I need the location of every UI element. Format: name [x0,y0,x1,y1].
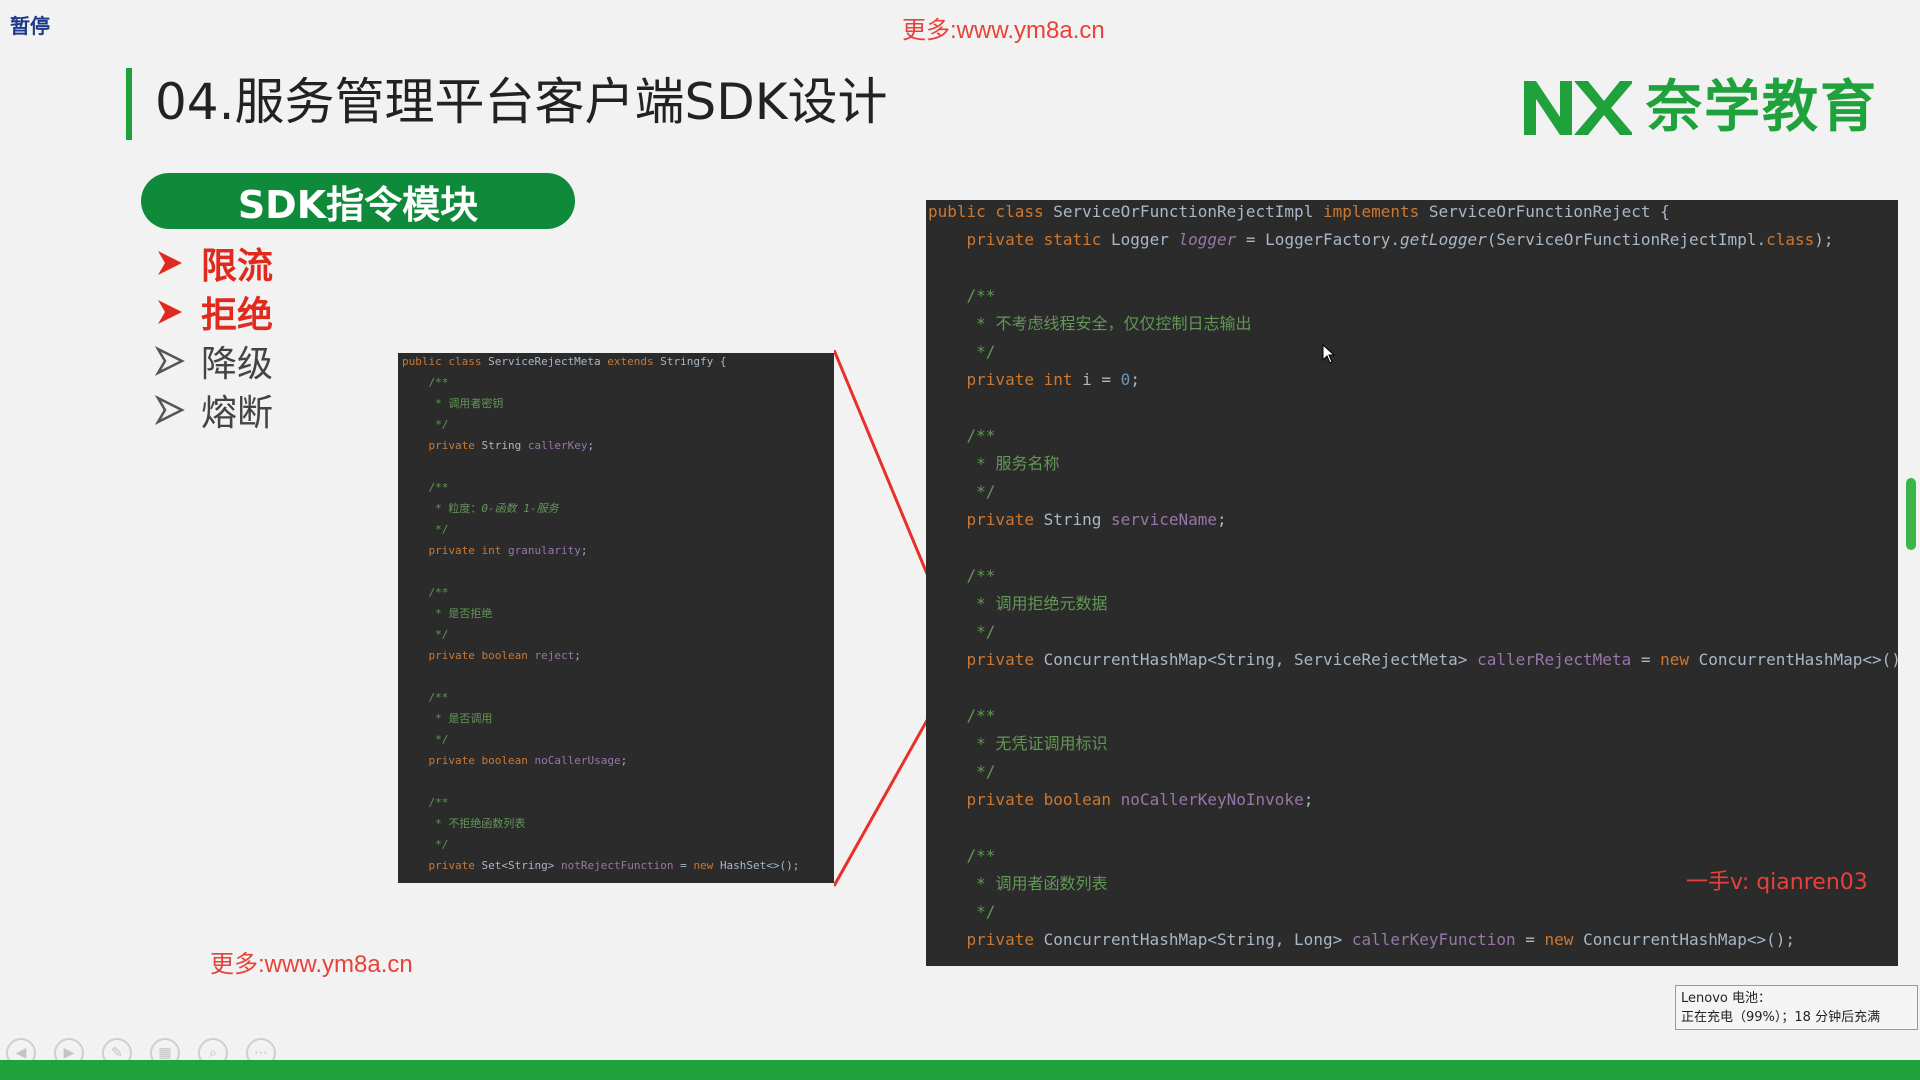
mouse-cursor-icon [1322,344,1336,364]
code-line: private String serviceName; [966,510,1227,529]
code-line: * 是否调用 [435,712,493,725]
code-line: private int granularity; [428,544,588,557]
scrollbar-thumb[interactable] [1906,478,1916,550]
code-line: private static Logger logger = LoggerFac… [966,230,1834,249]
menu-item-reject: 拒绝 [155,287,273,336]
bottom-green-bar [0,1060,1920,1080]
code-line: public class ServiceOrFunctionRejectImpl… [928,202,1670,221]
code-line: /** [928,286,996,305]
code-panel-reject-meta: public class ServiceRejectMeta extends S… [398,353,834,883]
code-line: * 调用者函数列表 [976,874,1108,893]
code-line: public class ServiceRejectMeta extends S… [402,355,727,368]
code-line: /** [402,481,449,494]
arrow-right-icon [155,345,185,376]
code-line: private int i = 0; [966,370,1140,389]
code-line: */ [928,482,996,501]
watermark-top: 更多:www.ym8a.cn [902,17,1105,44]
battery-line-2: 正在充电（99%）；18 分钟后充满 [1681,1010,1881,1025]
code-line: * 是否拒绝 [435,607,493,620]
menu-item-label: 限流 [201,245,274,287]
battery-tooltip: Lenovo 电池： 正在充电（99%）；18 分钟后充满 [1675,985,1918,1030]
menu-item-circuit-break: 熔断 [155,385,273,434]
arrow-right-icon [158,299,182,324]
module-title: SDK指令模块 [237,182,479,227]
menu-item-label: 熔断 [201,392,274,434]
nx-logo-icon [1524,81,1632,135]
module-menu: 限流 拒绝 降级 熔断 [155,238,273,434]
watermark-bottom: 更多:www.ym8a.cn [210,951,413,978]
code-line: */ [928,762,996,781]
code-line: /** [402,376,449,389]
code-line: */ [402,733,449,746]
code-line: /** [402,796,449,809]
code-line: */ [402,628,449,641]
code-line: private String callerKey; [428,439,595,452]
code-line: /** [402,691,449,704]
pause-label[interactable]: 暂停 [10,10,50,39]
code-line: * 粒度：0-函数 1-服务 [435,502,559,515]
code-line: private ConcurrentHashMap<String, Servic… [966,650,1898,669]
logo-text: 奈学教育 [1646,75,1878,140]
title-accent-bar [126,68,132,140]
code-line: * 不拒绝函数列表 [435,817,526,830]
code-line: */ [928,902,996,921]
code-line: /** [402,586,449,599]
code-line: /** [928,706,996,725]
code-line: * 调用者密钥 [435,397,504,410]
arrow-right-icon [155,394,185,425]
menu-item-label: 拒绝 [201,294,274,336]
menu-item-degrade: 降级 [155,336,273,385]
arrow-right-icon [158,250,182,275]
code-line: */ [928,342,996,361]
code-line: */ [402,418,449,431]
code-line: private boolean reject; [428,649,581,662]
slide-title: 04.服务管理平台客户端SDK设计 [155,73,888,131]
module-title-pill: SDK指令模块 [141,173,575,229]
code-line: * 不考虑线程安全，仅仅控制日志输出 [976,314,1252,333]
code-line: * 服务名称 [976,454,1060,473]
code-line: private boolean noCallerKeyNoInvoke; [966,790,1314,809]
code-line: /** [928,566,996,585]
menu-item-rate-limit: 限流 [155,238,273,287]
menu-item-label: 降级 [201,343,274,385]
code-line: /** [928,846,996,865]
battery-line-1: Lenovo 电池： [1681,991,1771,1006]
code-line: */ [402,523,449,536]
brand-logo: 奈学教育 [1520,74,1878,142]
code-line: private ConcurrentHashMap<String, Long> … [966,930,1795,949]
code-line: */ [402,838,449,851]
wechat-note: 一手v: qianren03 [1686,870,1868,895]
code-line: private boolean noCallerUsage; [428,754,628,767]
code-line: /** [928,426,996,445]
code-line: * 调用拒绝元数据 [976,594,1108,613]
code-line: private Set<String> notRejectFunction = … [428,859,800,872]
code-line: */ [928,622,996,641]
code-line: * 无凭证调用标识 [976,734,1108,753]
code-panel-reject-impl: public class ServiceOrFunctionRejectImpl… [926,200,1898,966]
